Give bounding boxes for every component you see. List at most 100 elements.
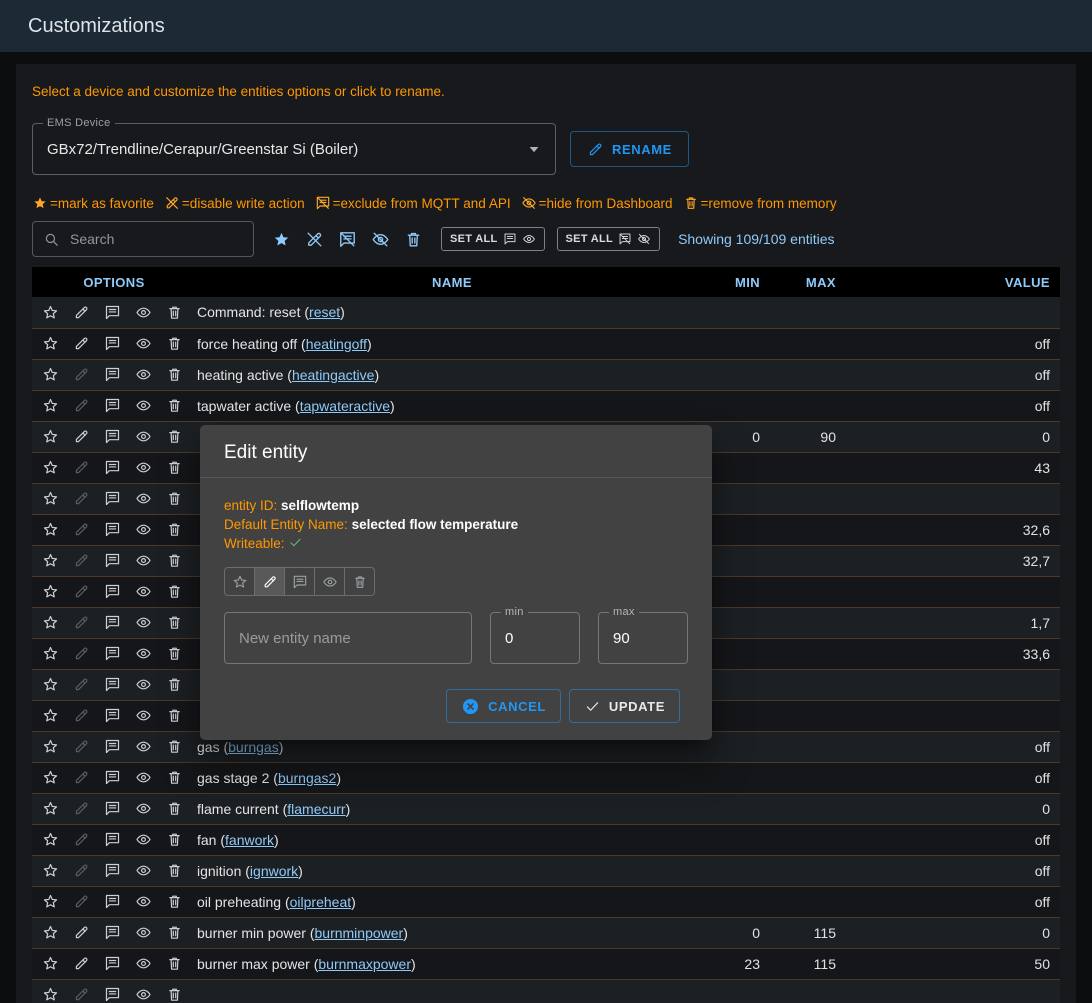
toggle-trash-button[interactable] [344,567,375,596]
row-edit-icon[interactable] [73,862,90,879]
row-comment-icon[interactable] [104,304,121,321]
row-trash-icon[interactable] [166,676,183,693]
row-edit-icon[interactable] [73,614,90,631]
row-star-icon[interactable] [42,552,59,569]
row-edit-icon[interactable] [73,428,90,445]
row-comment-icon[interactable] [104,800,121,817]
row-trash-icon[interactable] [166,645,183,662]
row-star-icon[interactable] [42,955,59,972]
max-field[interactable]: max [598,612,688,664]
row-edit-icon[interactable] [73,676,90,693]
set-all-button-1[interactable]: SET ALL [441,227,545,251]
row-star-icon[interactable] [42,645,59,662]
row-star-icon[interactable] [42,583,59,600]
entity-shortname-link[interactable]: flamecurr [287,801,345,817]
edit-off-button[interactable] [305,230,324,249]
row-trash-icon[interactable] [166,707,183,724]
row-eye-icon[interactable] [135,614,152,631]
row-comment-icon[interactable] [104,862,121,879]
eye-off-button[interactable] [371,230,390,249]
min-input[interactable] [491,630,579,647]
row-edit-icon[interactable] [73,397,90,414]
row-star-icon[interactable] [42,676,59,693]
cancel-button[interactable]: CANCEL [446,689,561,723]
row-star-icon[interactable] [42,366,59,383]
row-comment-icon[interactable] [104,738,121,755]
entity-shortname-link[interactable]: burngas2 [278,770,336,786]
row-edit-icon[interactable] [73,955,90,972]
row-edit-icon[interactable] [73,335,90,352]
row-eye-icon[interactable] [135,521,152,538]
row-trash-icon[interactable] [166,831,183,848]
row-comment-icon[interactable] [104,986,121,1003]
row-trash-icon[interactable] [166,366,183,383]
row-comment-icon[interactable] [104,335,121,352]
row-eye-icon[interactable] [135,552,152,569]
row-trash-icon[interactable] [166,583,183,600]
row-trash-icon[interactable] [166,955,183,972]
row-edit-icon[interactable] [73,800,90,817]
row-comment-icon[interactable] [104,459,121,476]
new-entity-name-input[interactable] [225,630,471,647]
row-eye-icon[interactable] [135,738,152,755]
min-field[interactable]: min [490,612,580,664]
row-star-icon[interactable] [42,893,59,910]
row-eye-icon[interactable] [135,707,152,724]
row-trash-icon[interactable] [166,521,183,538]
row-comment-icon[interactable] [104,769,121,786]
row-star-icon[interactable] [42,490,59,507]
row-edit-icon[interactable] [73,552,90,569]
row-eye-icon[interactable] [135,645,152,662]
row-star-icon[interactable] [42,335,59,352]
row-eye-icon[interactable] [135,428,152,445]
toggle-comment-button[interactable] [284,567,315,596]
row-star-icon[interactable] [42,304,59,321]
entity-shortname-link[interactable]: burngas [228,739,279,755]
row-eye-icon[interactable] [135,955,152,972]
row-eye-icon[interactable] [135,893,152,910]
row-trash-icon[interactable] [166,769,183,786]
row-edit-icon[interactable] [73,304,90,321]
row-eye-icon[interactable] [135,769,152,786]
row-edit-icon[interactable] [73,645,90,662]
row-edit-icon[interactable] [73,831,90,848]
row-star-icon[interactable] [42,831,59,848]
row-comment-icon[interactable] [104,707,121,724]
new-entity-name-field[interactable] [224,612,472,664]
update-button[interactable]: UPDATE [569,689,680,723]
row-star-icon[interactable] [42,800,59,817]
row-star-icon[interactable] [42,924,59,941]
row-eye-icon[interactable] [135,459,152,476]
row-comment-icon[interactable] [104,521,121,538]
row-eye-icon[interactable] [135,924,152,941]
row-edit-icon[interactable] [73,738,90,755]
entity-shortname-link[interactable]: burnminpower [315,925,404,941]
row-eye-icon[interactable] [135,304,152,321]
row-trash-icon[interactable] [166,800,183,817]
row-eye-icon[interactable] [135,800,152,817]
row-edit-icon[interactable] [73,924,90,941]
max-input[interactable] [599,630,687,647]
row-edit-icon[interactable] [73,490,90,507]
row-trash-icon[interactable] [166,862,183,879]
row-eye-icon[interactable] [135,335,152,352]
row-star-icon[interactable] [42,738,59,755]
search-input[interactable] [68,230,243,248]
row-trash-icon[interactable] [166,552,183,569]
row-trash-icon[interactable] [166,614,183,631]
entity-shortname-link[interactable]: oilpreheat [290,894,352,910]
entity-shortname-link[interactable]: burnmaxpower [318,956,411,972]
row-edit-icon[interactable] [73,893,90,910]
ems-device-select[interactable]: EMS Device GBx72/Trendline/Cerapur/Green… [32,123,556,175]
entity-shortname-link[interactable]: fanwork [225,832,274,848]
row-eye-icon[interactable] [135,583,152,600]
row-edit-icon[interactable] [73,707,90,724]
row-trash-icon[interactable] [166,893,183,910]
row-comment-icon[interactable] [104,397,121,414]
row-comment-icon[interactable] [104,552,121,569]
row-star-icon[interactable] [42,614,59,631]
toggle-star-button[interactable] [224,567,255,596]
row-edit-icon[interactable] [73,366,90,383]
row-comment-icon[interactable] [104,955,121,972]
set-all-button-2[interactable]: SET ALL [557,227,661,251]
